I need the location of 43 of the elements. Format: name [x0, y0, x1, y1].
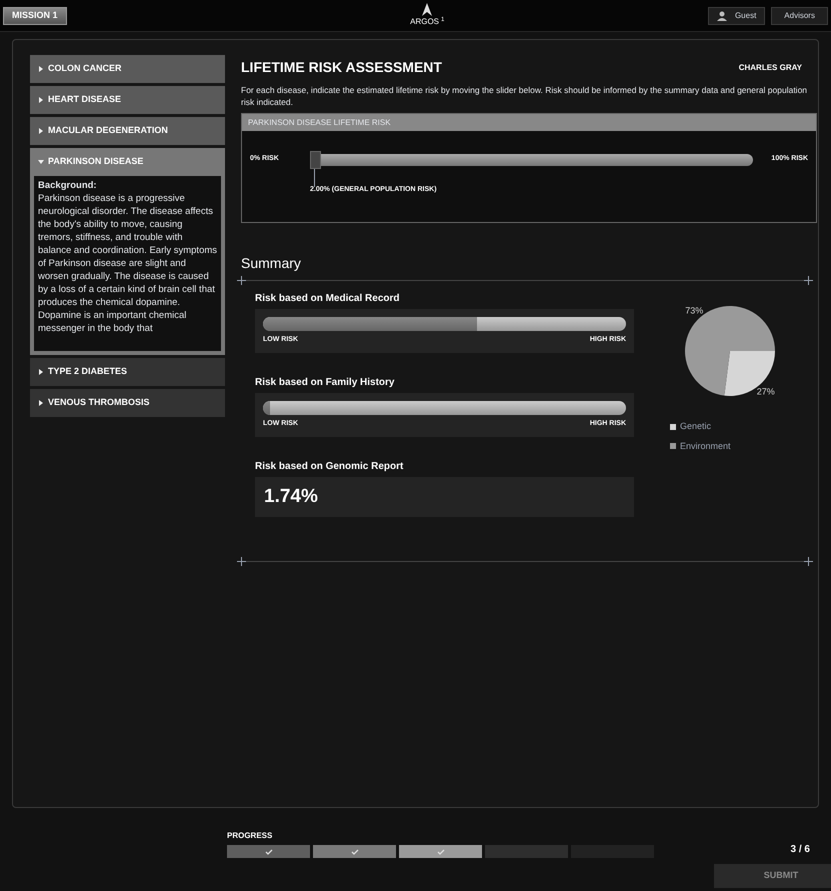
patient-name: CHARLES GRAY [738, 62, 802, 74]
caret-right-icon [38, 66, 44, 72]
disease-tab[interactable]: PARKINSON DISEASE [30, 148, 225, 176]
meter-title: Risk based on Family History [255, 376, 396, 390]
data-label: 73% [685, 306, 704, 316]
legend-label: Environment [680, 440, 731, 452]
instructions-text: For each disease, indicate the estimated lifetime risk by moving the slider below. Risk should be informed by the summary data and general population risk indicated. [241, 84, 808, 108]
person-icon [716, 10, 727, 20]
meter-title: Risk based on Genomic Report [255, 460, 404, 474]
slider-header: PARKINSON DISEASE LIFETIME RISK [242, 114, 816, 131]
corner-mark-icon [804, 276, 813, 285]
disease-tab[interactable]: HEART DISEASE [30, 86, 225, 114]
slider-thumb[interactable] [310, 151, 321, 169]
summary-title: Summary [241, 254, 302, 273]
advisors-button[interactable]: Advisors [771, 6, 828, 24]
legend-label: Genetic [680, 420, 712, 433]
check-icon [350, 848, 358, 854]
meter-title: Risk based on Medical Record [255, 292, 400, 306]
progress-label: PROGRESS [227, 830, 274, 842]
disease-tab[interactable]: MACULAR DEGENERATION [30, 117, 225, 145]
corner-mark-icon [237, 276, 246, 285]
corner-mark-icon [804, 557, 813, 566]
caret-right-icon [38, 400, 44, 406]
corner-mark-icon [237, 557, 246, 566]
data-label: 27% [756, 386, 775, 396]
caret-right-icon [38, 369, 44, 375]
caret-right-icon [38, 97, 44, 103]
logo-icon [422, 3, 432, 16]
check-icon [436, 848, 444, 854]
genomic-risk-value: 1.74% [264, 484, 318, 509]
caret-right-icon [38, 128, 44, 134]
logo-text: ARGOS $^{1}$ [410, 16, 444, 28]
caret-down-icon [38, 159, 44, 165]
disease-tab[interactable]: TYPE 2 DIABETES [30, 358, 225, 386]
disease-tab[interactable]: COLON CANCER [30, 55, 225, 83]
mission-button[interactable]: MISSION 1 [3, 6, 67, 24]
check-icon [264, 848, 272, 854]
background-paragraph: Parkinson disease is a progressive neurological disorder. The disease affects the body's ability to move, causing tremors, stiffness, and trouble with balance and coordination. Early symptoms of Parkinson disease are slight and worsen gradually. The disease is caused by a loss of a certain kind of brain cell that produces the chemical dopamine. Dopamine is an important chemical messenger in the body that [38, 192, 217, 335]
disease-tab[interactable]: VENOUS THROMBOSIS [30, 389, 225, 417]
user-button[interactable]: Guest [708, 6, 766, 24]
page-title: LIFETIME RISK ASSESSMENT [241, 58, 442, 77]
background-heading: Background: [38, 179, 98, 192]
progress-count: 3 / 6 [790, 843, 810, 857]
